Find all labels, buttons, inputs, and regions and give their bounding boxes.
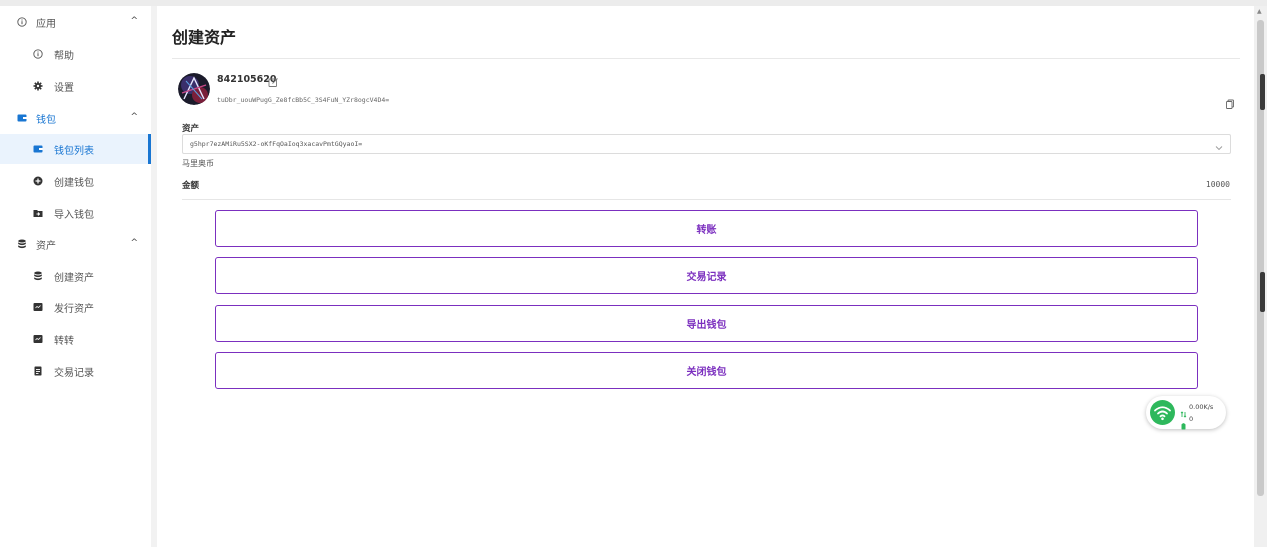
sidebar-item-wallet-list[interactable]: 钱包列表 [0, 134, 151, 164]
info-circle-icon [16, 17, 27, 28]
edge-handle [1260, 74, 1265, 110]
network-speed: 0.00K/s [1189, 403, 1214, 411]
battery-icon [1180, 415, 1187, 430]
edit-icon[interactable] [268, 73, 279, 87]
sidebar-item-label: 创建钱包 [54, 177, 94, 189]
export-wallet-button[interactable]: 导出钱包 [215, 305, 1198, 342]
card-icon [32, 302, 43, 313]
edge-handle [1260, 272, 1265, 312]
asset-select-value: g5hpr7ezAMiRu5SX2-oKfFqOaIoq3xacavPmtGQy… [190, 140, 363, 148]
chevron-up-icon: ^ [130, 112, 138, 122]
sidebar-item-label: 发行资产 [54, 303, 94, 315]
asset-name: 马里奥币 [182, 159, 214, 168]
plus-circle-icon [32, 176, 43, 187]
transaction-history-button[interactable]: 交易记录 [215, 257, 1198, 294]
wallet-icon [16, 113, 27, 124]
asset-label: 资产 [182, 124, 200, 134]
scroll-up-icon[interactable]: ▲ [1257, 8, 1262, 15]
amount-value: 10000 [1205, 180, 1230, 189]
wallet-icon [32, 144, 43, 155]
sidebar-item-transfer[interactable]: 转转 [0, 324, 151, 354]
amount-label: 金额 [182, 181, 200, 191]
page-title: 创建资产 [172, 28, 237, 47]
sidebar-item-transactions[interactable]: 交易记录 [0, 356, 151, 386]
chevron-up-icon: ^ [130, 238, 138, 248]
chevron-down-icon [1214, 138, 1224, 151]
gear-icon [32, 81, 43, 92]
sidebar-group-app[interactable]: 应用 ^ [0, 7, 151, 37]
document-icon [32, 366, 43, 377]
copy-icon[interactable] [1225, 94, 1235, 109]
database-icon [16, 239, 27, 250]
sidebar-group-label: 资产 [36, 240, 56, 252]
close-wallet-button[interactable]: 关闭钱包 [215, 352, 1198, 389]
network-widget[interactable]: 0.00K/s 0 [1146, 396, 1226, 430]
sidebar-item-label: 创建资产 [54, 272, 94, 284]
network-count: 0 [1189, 415, 1194, 423]
asset-select[interactable]: g5hpr7ezAMiRu5SX2-oKfFqOaIoq3xacavPmtGQy… [182, 134, 1231, 154]
sidebar: 应用 ^ 帮助 设置 钱包 ^ 钱包列表 创建钱包 导入钱包 资产 ^ 创建资产… [0, 6, 151, 547]
sidebar-item-help[interactable]: 帮助 [0, 39, 151, 69]
sidebar-group-label: 钱包 [36, 114, 56, 126]
wallet-address: tuDbr_uouWPugG_Ze8fcBb5C_3S4FuN_YZr8ogcV… [217, 96, 390, 104]
database-icon [32, 271, 43, 282]
sidebar-group-wallet[interactable]: 钱包 ^ [0, 103, 151, 133]
updown-arrows-icon [1180, 403, 1187, 418]
sidebar-item-issue-asset[interactable]: 发行资产 [0, 292, 151, 322]
card-icon [32, 334, 43, 345]
sidebar-item-label: 转转 [54, 335, 74, 347]
avatar [178, 73, 210, 105]
sidebar-item-label: 帮助 [54, 50, 74, 62]
transfer-button[interactable]: 转账 [215, 210, 1198, 247]
sidebar-item-label: 导入钱包 [54, 209, 94, 221]
wifi-icon [1150, 400, 1175, 425]
sidebar-item-label: 交易记录 [54, 367, 94, 379]
sidebar-item-create-asset[interactable]: 创建资产 [0, 261, 151, 291]
main-panel: 创建资产 842105620 tuDbr_uouWPugG_Ze8fcBb5C_… [157, 6, 1254, 547]
sidebar-group-label: 应用 [36, 18, 56, 30]
sidebar-item-label: 钱包列表 [54, 145, 94, 157]
chevron-up-icon: ^ [130, 16, 138, 26]
sidebar-group-assets[interactable]: 资产 ^ [0, 229, 151, 259]
sidebar-item-settings[interactable]: 设置 [0, 71, 151, 101]
sidebar-item-create-wallet[interactable]: 创建钱包 [0, 166, 151, 196]
info-circle-icon [32, 49, 43, 60]
sidebar-item-import-wallet[interactable]: 导入钱包 [0, 198, 151, 228]
amount-divider [182, 199, 1231, 200]
import-icon [32, 208, 43, 219]
sidebar-item-label: 设置 [54, 82, 74, 94]
title-divider [172, 58, 1240, 59]
